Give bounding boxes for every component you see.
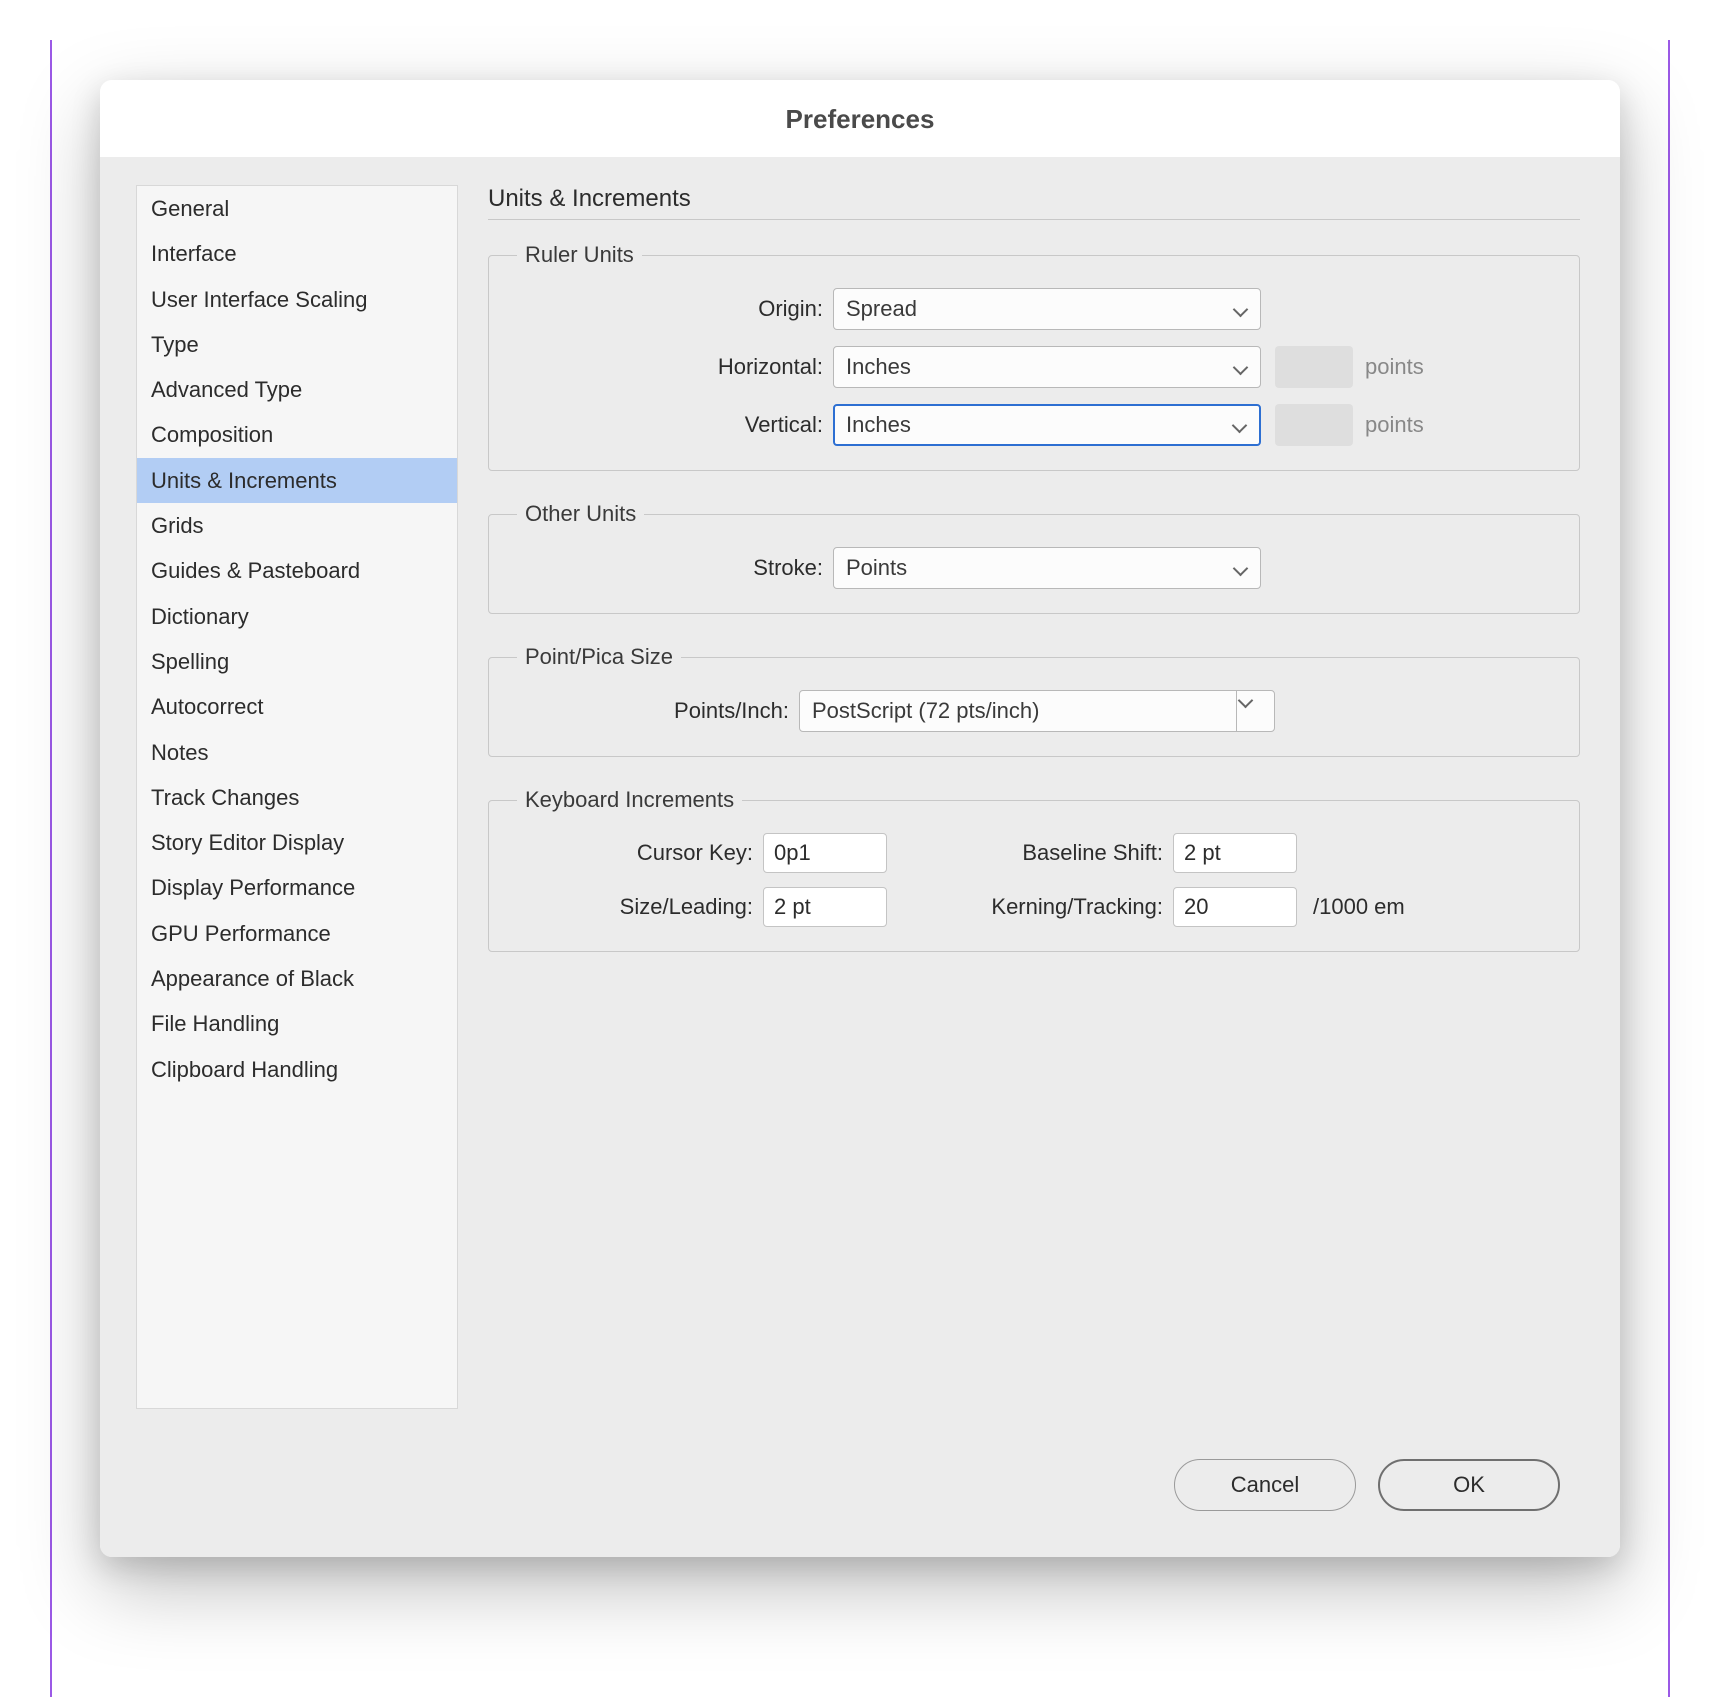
baseline-shift-label: Baseline Shift: xyxy=(893,840,1173,866)
chevron-down-icon xyxy=(1247,702,1265,720)
size-leading-label: Size/Leading: xyxy=(513,894,763,920)
point-pica-legend: Point/Pica Size xyxy=(517,644,681,670)
chevron-down-icon xyxy=(1232,559,1250,577)
origin-select-value: Spread xyxy=(846,296,917,322)
sidebar-item-track-changes[interactable]: Track Changes xyxy=(137,775,457,820)
dialog-body: GeneralInterfaceUser Interface ScalingTy… xyxy=(100,157,1620,1449)
cursor-key-label: Cursor Key: xyxy=(513,840,763,866)
sidebar-item-general[interactable]: General xyxy=(137,186,457,231)
sidebar-item-story-editor-display[interactable]: Story Editor Display xyxy=(137,820,457,865)
points-inch-value: PostScript (72 pts/inch) xyxy=(812,698,1039,724)
point-pica-group: Point/Pica Size Points/Inch: PostScript … xyxy=(488,644,1580,757)
ok-button[interactable]: OK xyxy=(1378,1459,1560,1511)
section-title: Units & Increments xyxy=(488,185,1580,220)
sidebar-item-clipboard-handling[interactable]: Clipboard Handling xyxy=(137,1047,457,1092)
vertical-label: Vertical: xyxy=(513,412,833,438)
sidebar-item-user-interface-scaling[interactable]: User Interface Scaling xyxy=(137,277,457,322)
ruler-units-group: Ruler Units Origin: Spread Horizontal: I… xyxy=(488,242,1580,471)
ok-button-label: OK xyxy=(1453,1472,1485,1498)
preferences-main-panel: Units & Increments Ruler Units Origin: S… xyxy=(488,185,1580,1409)
baseline-shift-input[interactable] xyxy=(1173,833,1297,873)
dialog-footer: Cancel OK xyxy=(100,1449,1620,1557)
other-units-legend: Other Units xyxy=(517,501,644,527)
sidebar-item-gpu-performance[interactable]: GPU Performance xyxy=(137,911,457,956)
horizontal-label: Horizontal: xyxy=(513,354,833,380)
sidebar-item-grids[interactable]: Grids xyxy=(137,503,457,548)
chevron-down-icon xyxy=(1232,358,1250,376)
sidebar-item-file-handling[interactable]: File Handling xyxy=(137,1001,457,1046)
sidebar-item-autocorrect[interactable]: Autocorrect xyxy=(137,684,457,729)
points-inch-dropdown-button[interactable] xyxy=(1236,691,1274,731)
sidebar-item-composition[interactable]: Composition xyxy=(137,412,457,457)
other-units-group: Other Units Stroke: Points xyxy=(488,501,1580,614)
horizontal-points-field[interactable] xyxy=(1275,346,1353,388)
cursor-key-input[interactable] xyxy=(763,833,887,873)
kerning-tracking-input[interactable] xyxy=(1173,887,1297,927)
sidebar-item-guides-pasteboard[interactable]: Guides & Pasteboard xyxy=(137,548,457,593)
vertical-select[interactable]: Inches xyxy=(833,404,1261,446)
points-inch-label: Points/Inch: xyxy=(513,698,799,724)
stroke-label: Stroke: xyxy=(513,555,833,581)
sidebar-item-type[interactable]: Type xyxy=(137,322,457,367)
keyboard-increments-group: Keyboard Increments Cursor Key: Baseline… xyxy=(488,787,1580,952)
vertical-points-suffix: points xyxy=(1365,412,1424,438)
vertical-select-value: Inches xyxy=(846,412,911,438)
dialog-title: Preferences xyxy=(100,80,1620,157)
chevron-down-icon xyxy=(1232,300,1250,318)
sidebar-item-units-increments[interactable]: Units & Increments xyxy=(137,458,457,503)
horizontal-select[interactable]: Inches xyxy=(833,346,1261,388)
size-leading-input[interactable] xyxy=(763,887,887,927)
preferences-dialog: Preferences GeneralInterfaceUser Interfa… xyxy=(100,80,1620,1557)
keyboard-increments-legend: Keyboard Increments xyxy=(517,787,742,813)
cancel-button[interactable]: Cancel xyxy=(1174,1459,1356,1511)
points-inch-select[interactable]: PostScript (72 pts/inch) xyxy=(799,690,1275,732)
preferences-sidebar: GeneralInterfaceUser Interface ScalingTy… xyxy=(136,185,458,1409)
sidebar-item-notes[interactable]: Notes xyxy=(137,730,457,775)
kerning-tracking-label: Kerning/Tracking: xyxy=(893,894,1173,920)
sidebar-item-advanced-type[interactable]: Advanced Type xyxy=(137,367,457,412)
kerning-suffix: /1000 em xyxy=(1303,894,1555,920)
horizontal-select-value: Inches xyxy=(846,354,911,380)
chevron-down-icon xyxy=(1231,416,1249,434)
page-frame: Preferences GeneralInterfaceUser Interfa… xyxy=(50,40,1670,1697)
stroke-select[interactable]: Points xyxy=(833,547,1261,589)
horizontal-points-suffix: points xyxy=(1365,354,1424,380)
sidebar-item-display-performance[interactable]: Display Performance xyxy=(137,865,457,910)
sidebar-item-appearance-of-black[interactable]: Appearance of Black xyxy=(137,956,457,1001)
vertical-points-field[interactable] xyxy=(1275,404,1353,446)
sidebar-item-interface[interactable]: Interface xyxy=(137,231,457,276)
origin-select[interactable]: Spread xyxy=(833,288,1261,330)
cancel-button-label: Cancel xyxy=(1231,1472,1299,1498)
stroke-select-value: Points xyxy=(846,555,907,581)
sidebar-item-dictionary[interactable]: Dictionary xyxy=(137,594,457,639)
origin-label: Origin: xyxy=(513,296,833,322)
sidebar-item-spelling[interactable]: Spelling xyxy=(137,639,457,684)
ruler-units-legend: Ruler Units xyxy=(517,242,642,268)
